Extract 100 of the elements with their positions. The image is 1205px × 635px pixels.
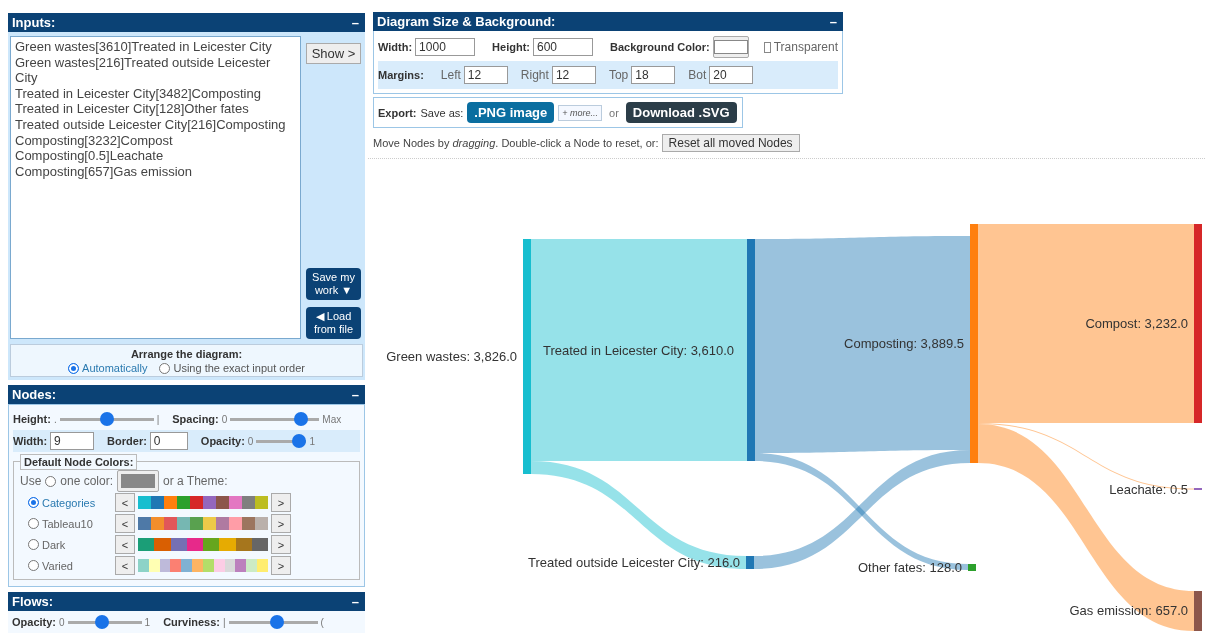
save-as-label: Save as: — [420, 106, 464, 119]
node-bar[interactable] — [1194, 591, 1202, 631]
show-button[interactable]: Show > — [306, 43, 361, 64]
theme-name: Dark — [42, 538, 67, 551]
load-button[interactable]: ◀ Load from file — [306, 307, 361, 339]
node-bar[interactable] — [1194, 224, 1202, 423]
previous-button[interactable]: < — [115, 556, 135, 575]
radio-label: Using the exact input order — [173, 362, 305, 374]
next-button[interactable]: > — [271, 514, 291, 533]
slider-min: 0 — [59, 616, 65, 628]
radio-label: one color: — [60, 474, 114, 488]
margin-field[interactable]: 12 — [551, 66, 596, 84]
theme-name: Varied — [42, 559, 74, 572]
radio-label: Automatically — [82, 362, 148, 374]
radio-button[interactable] — [28, 560, 39, 571]
width-label: Width: — [13, 435, 48, 447]
theme-name: Categories — [42, 496, 97, 509]
radio-button[interactable] — [28, 497, 39, 508]
slider-max: 1 — [309, 435, 315, 447]
slider-thumb[interactable] — [269, 615, 284, 629]
border-field[interactable]: 0 — [149, 432, 188, 450]
use-label: Use — [20, 474, 42, 488]
reset-button[interactable]: Reset all moved Nodes — [661, 134, 800, 152]
node-bar[interactable] — [970, 224, 978, 463]
margin-label: Right — [520, 68, 549, 82]
next-button[interactable]: > — [271, 493, 291, 512]
previous-button[interactable]: < — [115, 493, 135, 512]
border-label: Border: — [107, 435, 147, 447]
slider-max: Max — [322, 413, 342, 425]
margin-label: Bot — [688, 68, 707, 82]
slider-thumb[interactable] — [99, 412, 114, 426]
slider-max: ( — [320, 616, 324, 628]
margin-field[interactable]: 18 — [631, 66, 676, 84]
height-field[interactable]: 600 — [533, 38, 593, 56]
radio-button[interactable] — [45, 475, 57, 487]
slider-thumb[interactable] — [292, 434, 307, 448]
node-label: Treated outside Leicester City: 216.0 — [528, 555, 740, 570]
or-label: or — [609, 106, 619, 119]
width-field[interactable]: 1000 — [415, 38, 476, 56]
collapse-button[interactable]: – — [349, 594, 361, 609]
radio-button[interactable] — [28, 518, 39, 529]
next-button[interactable]: > — [271, 556, 291, 575]
svg-button[interactable]: Download .SVG — [625, 102, 737, 123]
curviness-label: Curviness: — [163, 616, 220, 628]
collapse-button[interactable]: – — [349, 387, 361, 402]
margin-label: Top — [608, 68, 629, 82]
background-label: Background Color: — [610, 41, 710, 53]
margins-label: Margins: — [378, 69, 424, 81]
arrange-title: Arrange the diagram: — [129, 348, 244, 360]
checkbox[interactable] — [763, 41, 771, 53]
save-button[interactable]: Save my work ▼ — [306, 268, 361, 300]
slider-thumb[interactable] — [94, 615, 109, 629]
node-bar[interactable] — [747, 239, 755, 461]
theme-label: or a Theme: — [163, 474, 228, 488]
height-label: Height: — [13, 413, 51, 425]
hint-text: Move Nodes by dragging. Double-click a Node to reset, or: — [373, 137, 659, 149]
node-label: Treated in Leicester City: 3,610.0 — [543, 343, 734, 358]
slider-min: 0 — [221, 413, 228, 425]
node-label: Compost: 3,232.0 — [1085, 316, 1188, 331]
input-field[interactable]: Green wastes[3610]Treated in Leicester City Green wastes[216]Treated outside Leicester City Treated in Leicester City[3482]Composting Treated in Leicester City[128]Other fates Treated outside Leicester City[216]Composting Composting[3232]Compost Composting[0.5]Leachate Composting[657]Gas emission — [10, 36, 301, 339]
collapse-button[interactable]: – — [349, 15, 361, 30]
more-button[interactable]: + more... — [558, 104, 603, 121]
panel-title: Flows: — [12, 594, 54, 609]
panel-title: Inputs: — [12, 15, 56, 30]
width-field[interactable]: 9 — [50, 432, 95, 450]
node-label: Green wastes: 3,826.0 — [386, 349, 517, 364]
slider-min: . — [53, 413, 57, 425]
margin-field[interactable]: 20 — [709, 66, 754, 84]
opacity-label: Opacity: — [200, 435, 245, 447]
width-label: Width: — [378, 41, 413, 53]
spacing-label: Spacing: — [172, 413, 219, 425]
previous-button[interactable]: < — [115, 514, 135, 533]
panel-title: Diagram Size & Background: — [377, 14, 556, 29]
opacity-label: Opacity: — [12, 616, 56, 628]
node-label: Gas emission: 657.0 — [1069, 603, 1188, 618]
panel-title: Nodes: — [12, 387, 57, 402]
node-label: Other fates: 128.0 — [857, 560, 962, 575]
height-label: Height: — [492, 41, 530, 53]
png-button[interactable]: .PNG image — [467, 102, 555, 123]
node-bar[interactable] — [523, 239, 531, 474]
group-legend: Default Node Colors: — [20, 454, 138, 470]
radio-button[interactable] — [68, 362, 80, 374]
node-label: Composting: 3,889.5 — [844, 336, 964, 351]
node-bar[interactable] — [968, 564, 976, 571]
next-button[interactable]: > — [271, 535, 291, 554]
slider-max: | — [156, 413, 160, 425]
transparent-label: Transparent — [773, 40, 838, 54]
theme-name: Tableau10 — [42, 517, 94, 530]
radio-button[interactable] — [159, 362, 171, 374]
collapse-button[interactable]: – — [827, 14, 839, 29]
previous-button[interactable]: < — [115, 535, 135, 554]
slider-max: 1 — [144, 616, 151, 628]
margin-label: Left — [440, 68, 461, 82]
radio-button[interactable] — [28, 539, 39, 550]
export-label: Export: — [378, 106, 417, 119]
slider-thumb[interactable] — [294, 412, 309, 426]
margin-field[interactable]: 12 — [463, 66, 508, 84]
slider-min: | — [223, 616, 226, 628]
node-label: Leachate: 0.5 — [1109, 482, 1188, 497]
node-bar[interactable] — [746, 556, 754, 569]
